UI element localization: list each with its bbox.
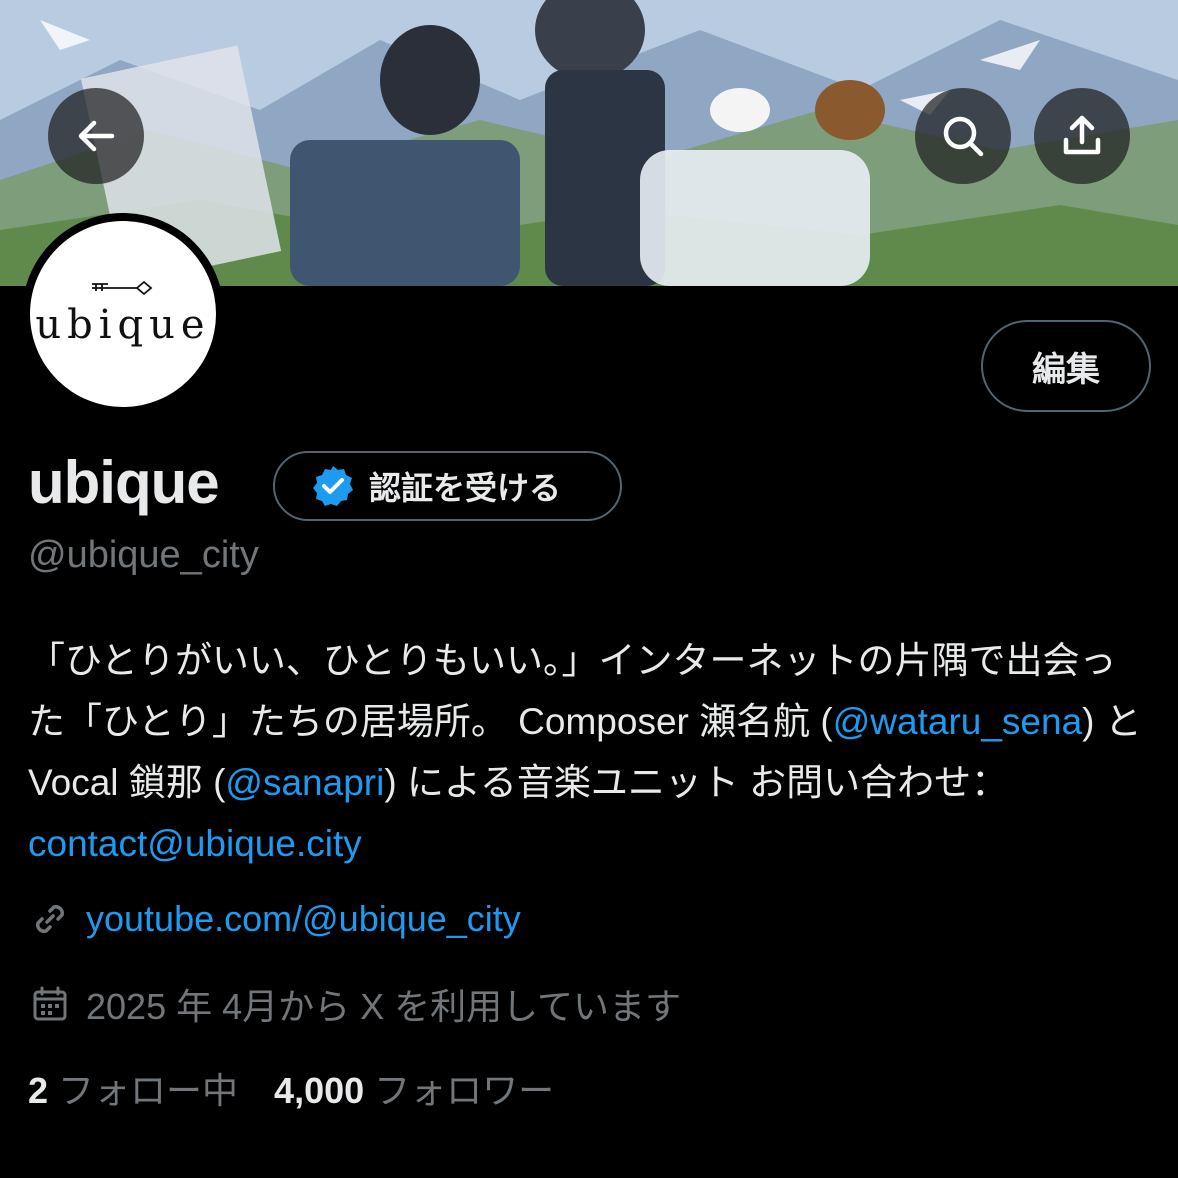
followers-link[interactable]: 4,000 フォロワー [274, 1062, 554, 1114]
profile-bio: 「ひとりがいい、ひとりもいい。」インターネットの片隅で出会った「ひとり」たちの居… [28, 630, 1148, 874]
joined-row: 2025 年 4月から X を利用しています [30, 978, 681, 1030]
key-logo-icon [92, 280, 153, 296]
following-label: フォロー中 [58, 1070, 239, 1111]
followers-label: フォロワー [374, 1070, 555, 1111]
followers-count: 4,000 [274, 1070, 365, 1111]
follow-stats: 2 フォロー中 4,000 フォロワー [28, 1062, 554, 1114]
email-link[interactable]: contact@ubique.city [28, 823, 362, 864]
get-verified-label: 認証を受ける [369, 469, 562, 507]
website-row: youtube.com/@ubique_city [30, 898, 521, 940]
share-button[interactable] [1034, 88, 1130, 184]
back-button[interactable] [48, 88, 144, 184]
website-link[interactable]: youtube.com/@ubique_city [86, 898, 521, 940]
get-verified-button[interactable]: 認証を受ける [273, 451, 622, 521]
user-handle: @ubique_city [28, 534, 259, 576]
edit-profile-button[interactable]: 編集 [981, 320, 1151, 412]
verified-badge-icon [313, 466, 353, 506]
avatar-logo-text: ubique [35, 302, 211, 348]
share-icon [1063, 115, 1101, 155]
following-count: 2 [28, 1070, 49, 1111]
following-link[interactable]: 2 フォロー中 [28, 1062, 238, 1114]
bio-text: ) による音楽ユニット お問い合わせ： [384, 762, 1009, 803]
display-name: ubique [28, 449, 220, 516]
avatar-image: ubique [30, 221, 216, 407]
mention-link-sanapri[interactable]: @sanapri [225, 762, 384, 803]
mention-link-wataru-sena[interactable]: @wataru_sena [833, 701, 1082, 742]
avatar[interactable]: ubique [22, 213, 224, 415]
link-icon [36, 905, 64, 933]
joined-date: 2025 年 4月から X を利用しています [86, 986, 682, 1027]
calendar-icon [33, 986, 67, 1021]
search-button[interactable] [915, 88, 1011, 184]
arrow-left-icon [78, 120, 115, 152]
search-icon [943, 116, 984, 157]
